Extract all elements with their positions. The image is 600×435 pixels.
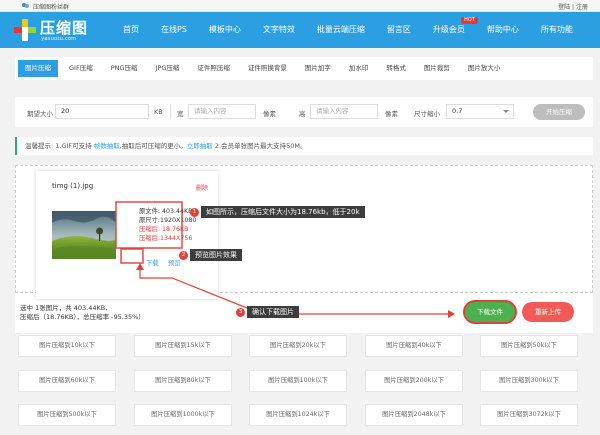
annotation-callout-2: 预览图片效果 xyxy=(190,249,242,261)
download-highlight-box xyxy=(120,248,144,264)
annotation-callout-1: 如图所示，压缩后文件大小为18.76kb，低于20k xyxy=(201,206,365,218)
annotation-badge-2: 2 xyxy=(179,251,188,260)
annotation-callout-3: 确认下载图片 xyxy=(247,306,299,318)
annotation-badge-1: 1 xyxy=(190,208,199,217)
stats-highlight-box xyxy=(115,201,183,249)
preset-button[interactable]: 图片压缩到3072k以下 xyxy=(480,404,578,426)
preset-button[interactable]: 图片压缩到80k以下 xyxy=(134,370,232,392)
preset-button[interactable]: 图片压缩到300k以下 xyxy=(480,370,578,392)
preset-button[interactable]: 图片压缩到1000k以下 xyxy=(134,404,232,426)
preset-button[interactable]: 图片压缩到50k以下 xyxy=(480,335,578,357)
preset-button[interactable]: 图片压缩到100k以下 xyxy=(249,370,347,392)
arrow-head-up xyxy=(136,263,144,270)
preset-button[interactable]: 图片压缩到2048k以下 xyxy=(365,404,463,426)
preset-button[interactable]: 图片压缩到10k以下 xyxy=(18,335,116,357)
arrow-head-right xyxy=(448,310,455,318)
preset-button[interactable]: 图片压缩到1024k以下 xyxy=(249,404,347,426)
preset-button[interactable]: 图片压缩到20k以下 xyxy=(249,335,347,357)
preset-button[interactable]: 图片压缩到500k以下 xyxy=(18,404,116,426)
preset-grid: 图片压缩到10k以下 图片压缩到15k以下 图片压缩到20k以下 图片压缩到40k以下… xyxy=(15,335,593,435)
preset-button[interactable]: 图片压缩到15k以下 xyxy=(134,335,232,357)
preset-button[interactable]: 图片压缩到40k以下 xyxy=(365,335,463,357)
preset-button[interactable]: 图片压缩到60k以下 xyxy=(18,370,116,392)
annotation-badge-3: 3 xyxy=(236,308,245,317)
preset-button[interactable]: 图片压缩到200k以下 xyxy=(365,370,463,392)
